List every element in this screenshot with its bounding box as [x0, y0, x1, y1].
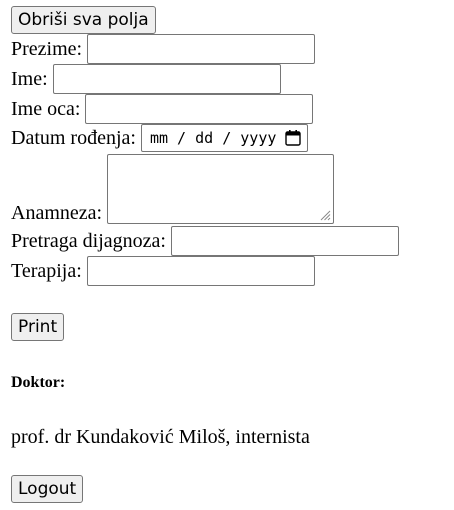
prezime-input[interactable] [87, 34, 316, 64]
ime-oca-row: Ime oca: [11, 94, 314, 124]
terapija-label: Terapija: [11, 260, 82, 282]
datum-placeholder: mm / dd / yyyy [149, 129, 277, 147]
terapija-row: Terapija: [11, 256, 315, 286]
ime-oca-input[interactable] [85, 94, 314, 124]
prezime-label: Prezime: [11, 38, 83, 60]
pretraga-row: Pretraga dijagnoza: [11, 226, 399, 256]
pretraga-input[interactable] [170, 226, 399, 256]
logout-button[interactable]: Logout [11, 475, 84, 503]
terapija-input[interactable] [86, 256, 315, 286]
doktor-heading: Doktor: [11, 374, 66, 391]
prezime-row: Prezime: [11, 34, 316, 64]
ime-label: Ime: [11, 68, 48, 90]
anamneza-textarea[interactable] [107, 154, 335, 224]
doctor-name: prof. dr Kundaković Miloš, internista [11, 426, 310, 448]
calendar-icon[interactable] [284, 129, 302, 147]
datum-row: Datum rođenja: mm / dd / yyyy [11, 123, 309, 153]
datum-input[interactable]: mm / dd / yyyy [140, 124, 309, 152]
ime-row: Ime: [11, 64, 281, 94]
anamneza-row: Anamneza: [11, 154, 335, 224]
resize-grip-icon[interactable] [319, 209, 331, 221]
anamneza-label: Anamneza: [11, 202, 103, 224]
pretraga-label: Pretraga dijagnoza: [11, 230, 166, 252]
ime-input[interactable] [52, 64, 281, 94]
ime-oca-label: Ime oca: [11, 98, 81, 120]
print-button[interactable]: Print [11, 313, 65, 341]
clear-all-button[interactable]: Obriši sva polja [11, 6, 156, 34]
datum-label: Datum rođenja: [11, 127, 136, 149]
